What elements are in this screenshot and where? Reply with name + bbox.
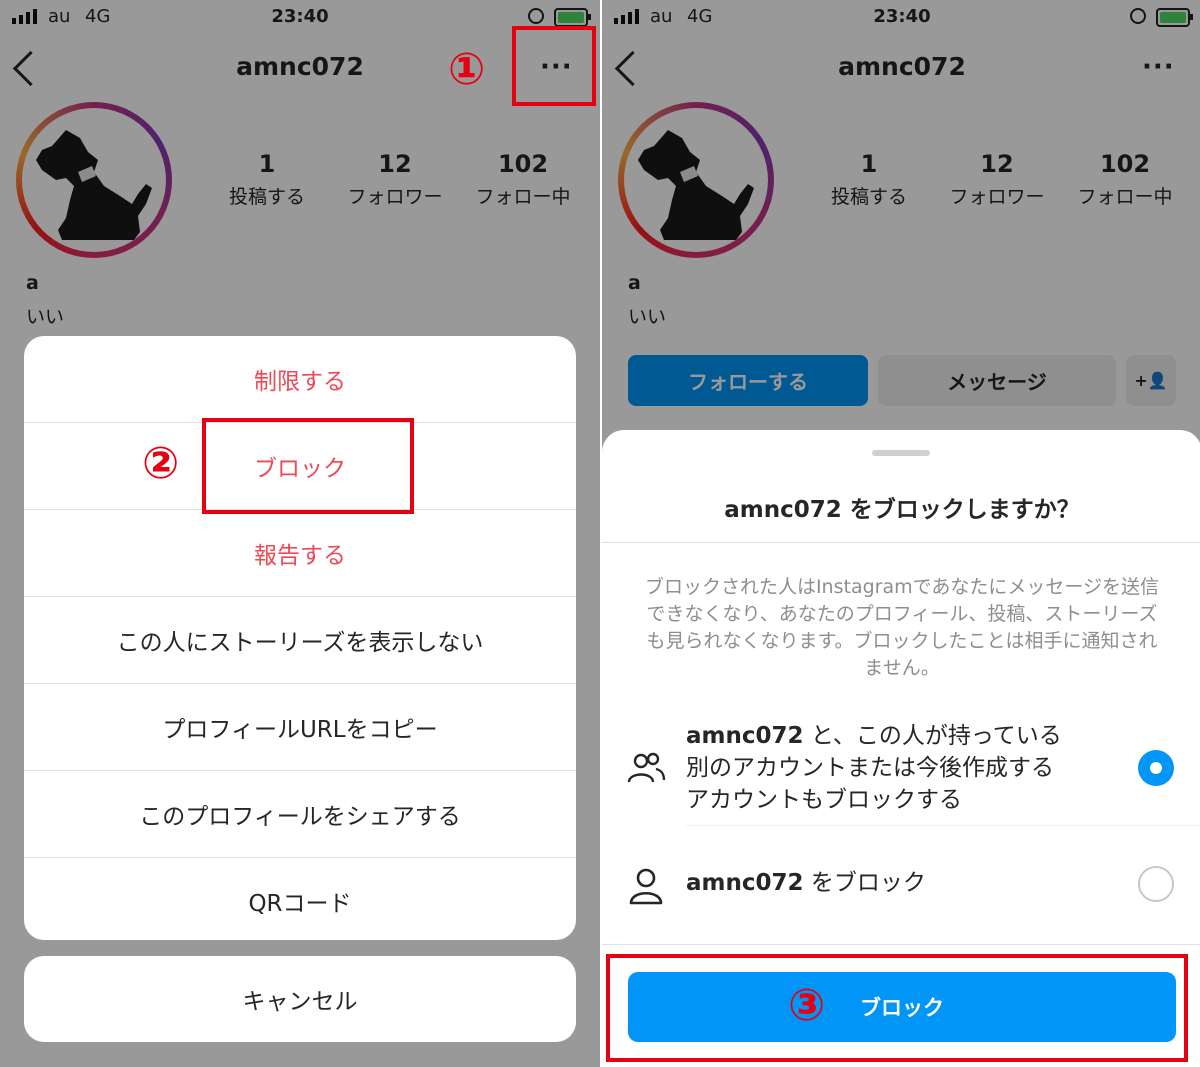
cancel-button[interactable]: キャンセル [24,956,576,1042]
step1-marker: ① [448,44,486,95]
step2-highlight [202,418,414,514]
dialog-description: ブロックされた人はInstagramであなたにメッセージを送信できなくなり、あな… [644,576,1160,679]
divider [602,944,1200,945]
step3-marker: ③ [788,980,826,1031]
right-screen: au 4G 23:40 amnc072 ··· 1 投稿する 12 フォロワー … [600,0,1200,1067]
radio-selected[interactable] [1138,750,1174,786]
hide-story-option[interactable]: この人にストーリーズを表示しない [24,597,576,684]
step3-highlight [606,954,1188,1062]
dialog-title: amnc072 をブロックしますか？ [724,497,1080,523]
step2-marker: ② [142,438,180,489]
divider [602,542,1200,543]
share-profile-option[interactable]: このプロフィールをシェアする [24,771,576,858]
copy-profile-url-option[interactable]: プロフィールURLをコピー [24,684,576,771]
sheet-drag-handle[interactable] [872,450,930,456]
block-all-accounts-option[interactable]: amnc072 と、この人が持っている別のアカウントまたは今後作成するアカウント… [686,720,1076,816]
user-icon [629,868,663,905]
restrict-option[interactable]: 制限する [24,336,576,423]
block-this-account-option[interactable]: amnc072 をブロック [686,867,1106,899]
radio-unselected[interactable] [1138,866,1174,902]
divider [686,825,1200,826]
report-option[interactable]: 報告する [24,510,576,597]
multiple-users-icon [627,752,666,783]
step1-highlight [512,26,596,106]
left-screen: au 4G 23:40 amnc072 ··· 1 投稿する 12 フォロワー … [0,0,600,1067]
qr-code-option[interactable]: QRコード [24,858,576,940]
